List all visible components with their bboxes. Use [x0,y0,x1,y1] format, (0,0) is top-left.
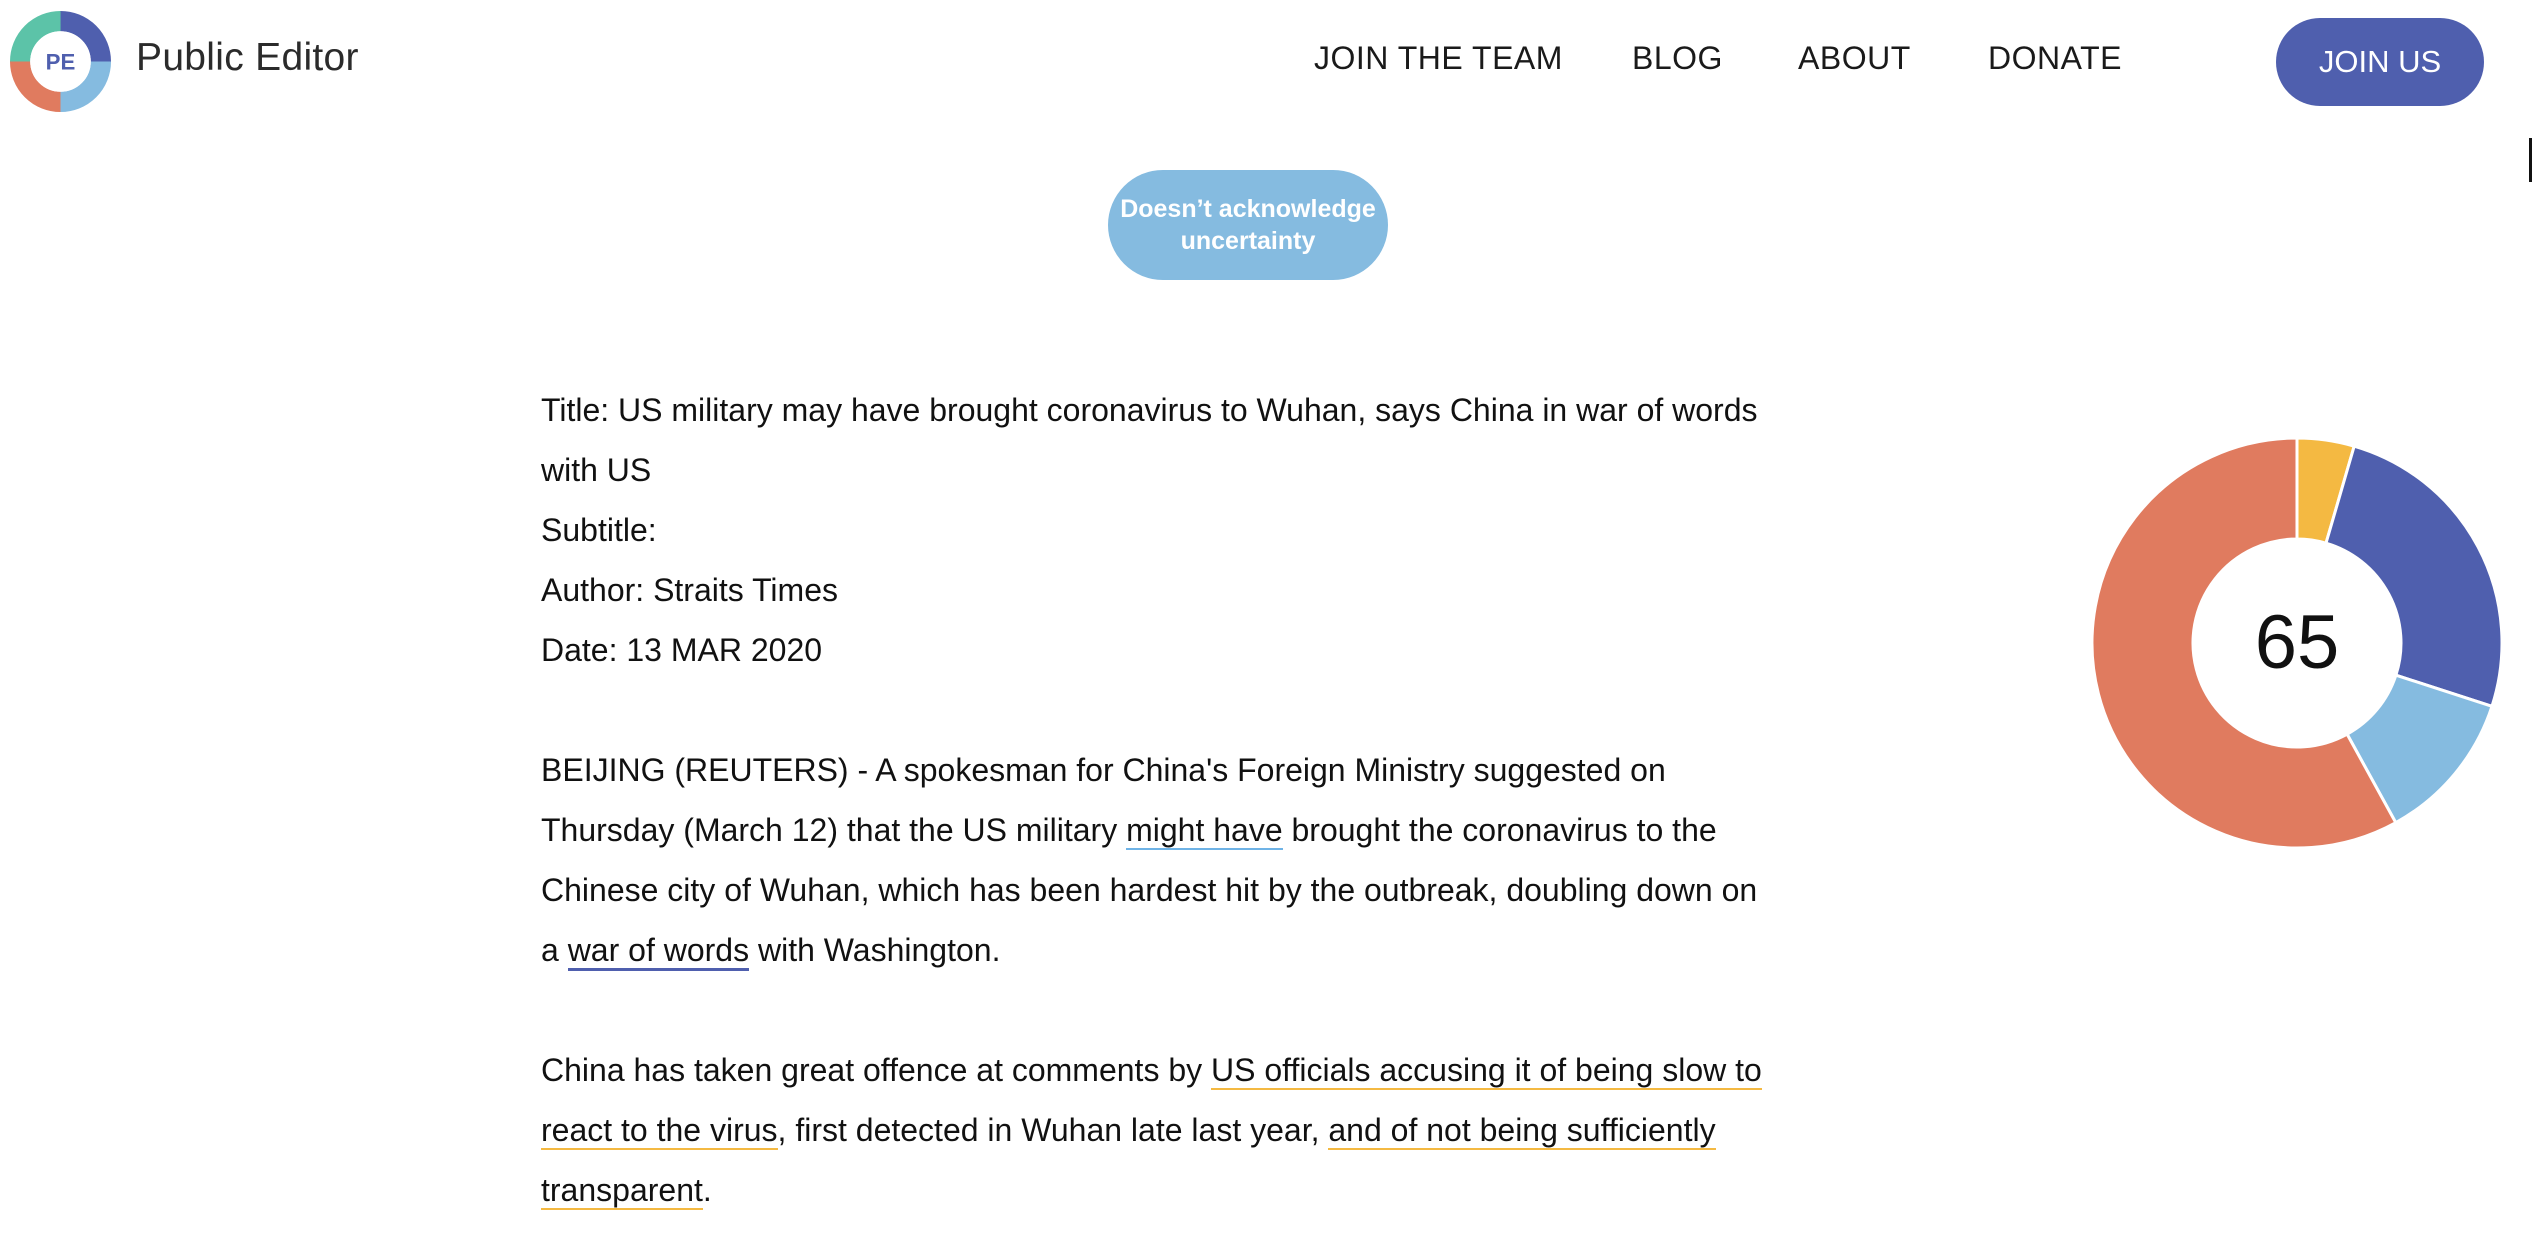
title-label: Title: [541,392,610,428]
donut-segment-1[interactable] [2324,444,2504,709]
p2-text-2: , first detected in Wuhan late last year… [777,1112,1329,1148]
tag-label-line1: Doesn’t acknowledge [1120,195,1376,223]
author-label: Author: [541,572,645,608]
scrollbar-indicator[interactable] [2529,138,2532,182]
paragraph-1: BEIJING (REUTERS) - A spokesman for Chin… [541,740,1781,980]
public-editor-logo[interactable]: PE [10,11,111,112]
article-date: Date: 13 MAR 2020 [541,620,1781,680]
join-us-button[interactable]: JOIN US [2276,18,2484,106]
article-title: Title: US military may have brought coro… [541,380,1781,440]
tag-label-line2: uncertainty [1180,227,1316,255]
date-value: 13 MAR 2020 [626,632,823,668]
highlight-might-have[interactable]: might have [1126,812,1283,850]
nav-about[interactable]: ABOUT [1798,40,1911,77]
highlight-war-of-words[interactable]: war of words [567,932,750,971]
nav-donate[interactable]: DONATE [1988,40,2122,77]
site-header: PE Public Editor JOIN THE TEAM BLOG ABOU… [0,0,2534,125]
p1-text-3: with Washington. [749,932,1001,968]
article-body: Title: US military may have brought coro… [541,380,1781,1220]
credibility-score-donut[interactable]: 65 [2090,436,2504,850]
date-label: Date: [541,632,618,668]
p2-text-3: . [702,1172,712,1208]
author-value: Straits Times [653,572,838,608]
brand-name[interactable]: Public Editor [136,36,359,80]
article-title-continued: with US [541,452,652,488]
p2-text-1: China has taken great offence at comment… [541,1052,1212,1088]
title-value: US military may have brought coronavirus… [618,392,1758,428]
tag-doesnt-acknowledge-uncertainty[interactable]: Doesn’t acknowledge uncertainty [1108,170,1388,280]
article-subtitle: Subtitle: [541,500,1781,560]
nav-join-the-team[interactable]: JOIN THE TEAM [1314,40,1563,77]
paragraph-2: China has taken great offence at comment… [541,1040,1781,1220]
credibility-score-value: 65 [2255,600,2340,685]
subtitle-label: Subtitle: [541,512,657,548]
nav-blog[interactable]: BLOG [1632,40,1723,77]
logo-text: PE [46,50,76,75]
article-author: Author: Straits Times [541,560,1781,620]
